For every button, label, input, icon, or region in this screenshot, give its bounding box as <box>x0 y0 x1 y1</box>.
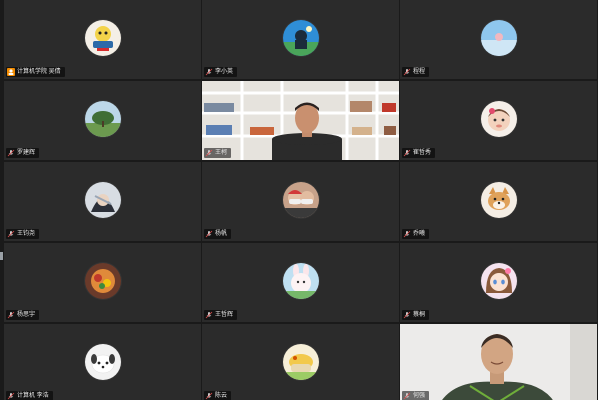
participant-tile[interactable]: 计算机 李浩 <box>4 324 201 400</box>
participant-tile[interactable]: 蔡桐 <box>400 243 597 322</box>
nameplate: 杨思宇 <box>6 310 40 320</box>
participant-name: 王钧尧 <box>17 231 36 237</box>
nameplate: 王哲辉 <box>204 310 238 320</box>
mic-muted-icon <box>403 149 411 157</box>
participant-name: 陈云 <box>215 393 228 399</box>
nameplate: 蔡桐 <box>402 310 430 320</box>
participant-name: 王哲辉 <box>215 312 234 318</box>
nameplate: 乔曦 <box>402 229 430 239</box>
participant-tile[interactable]: 陈云 <box>202 324 399 400</box>
video-feed <box>400 324 597 400</box>
participant-grid: 计算机学院 吴倩 李小英 程程 罗建辉 王柯 崔哲秀 王钧尧 杨帆 乔曦 杨思宇… <box>4 0 598 400</box>
nameplate: 李小英 <box>204 67 238 77</box>
avatar-sky-light-icon <box>480 20 517 56</box>
nameplate: 计算机 李浩 <box>6 391 53 400</box>
mic-muted-icon <box>7 311 15 319</box>
mic-muted-icon <box>403 311 411 319</box>
avatar-cartoon-bunny-icon <box>282 263 319 299</box>
participant-name: 程程 <box>413 69 426 75</box>
avatar-blue-scene-icon <box>282 20 319 56</box>
participant-name: 王柯 <box>215 150 228 156</box>
participant-tile-video[interactable]: 王柯 <box>202 81 399 160</box>
nameplate: 王柯 <box>204 148 232 158</box>
participant-name: 杨思宇 <box>17 312 36 318</box>
participant-name: 乔曦 <box>413 231 426 237</box>
avatar-anime-dark-icon <box>84 182 121 218</box>
avatar-anime-girl-icon <box>480 263 517 299</box>
nameplate: 崔哲秀 <box>402 148 436 158</box>
mic-muted-icon <box>205 392 213 400</box>
nameplate: 罗建辉 <box>6 148 40 158</box>
participant-name: 何强 <box>413 393 426 399</box>
participant-name: 罗建辉 <box>17 150 36 156</box>
avatar-cartoon-hand-icon <box>282 344 319 380</box>
participant-tile[interactable]: 崔哲秀 <box>400 81 597 160</box>
avatar-tree-landscape-icon <box>84 101 121 137</box>
participant-name: 计算机学院 吴倩 <box>17 69 61 75</box>
mic-muted-icon <box>205 230 213 238</box>
mic-muted-icon <box>403 230 411 238</box>
avatar-baby-face-icon <box>480 101 517 137</box>
participant-tile[interactable]: 王钧尧 <box>4 162 201 241</box>
avatar-shiba-dog-icon <box>480 182 517 218</box>
participant-tile[interactable]: 程程 <box>400 0 597 79</box>
nameplate: 何强 <box>402 391 430 400</box>
avatar-food-plate-icon <box>84 263 121 299</box>
avatar-white-puppy-icon <box>84 344 121 380</box>
participant-tile-video[interactable]: 何强 <box>400 324 597 400</box>
mic-muted-icon <box>7 149 15 157</box>
nameplate: 计算机学院 吴倩 <box>6 67 65 77</box>
participant-tile[interactable]: 杨帆 <box>202 162 399 241</box>
participant-tile[interactable]: 杨思宇 <box>4 243 201 322</box>
participant-tile[interactable]: 罗建辉 <box>4 81 201 160</box>
participant-name: 崔哲秀 <box>413 150 432 156</box>
participant-name: 计算机 李浩 <box>17 393 49 399</box>
mic-muted-icon <box>205 149 213 157</box>
nameplate: 杨帆 <box>204 229 232 239</box>
video-feed <box>202 81 399 160</box>
avatar-cartoon-yellow-icon <box>84 20 121 56</box>
participant-name: 李小英 <box>215 69 234 75</box>
nameplate: 陈云 <box>204 391 232 400</box>
participant-tile[interactable]: 乔曦 <box>400 162 597 241</box>
participant-tile[interactable]: 王哲辉 <box>202 243 399 322</box>
participant-tile[interactable]: 计算机学院 吴倩 <box>4 0 201 79</box>
mic-muted-icon <box>7 392 15 400</box>
mic-muted-icon <box>205 311 213 319</box>
participant-tile[interactable]: 李小英 <box>202 0 399 79</box>
edge-indicator <box>0 252 3 260</box>
participant-name: 杨帆 <box>215 231 228 237</box>
participant-name: 蔡桐 <box>413 312 426 318</box>
mic-muted-icon <box>205 68 213 76</box>
host-badge-icon <box>7 68 15 76</box>
avatar-masked-people-icon <box>282 182 319 218</box>
mic-muted-icon <box>403 392 411 400</box>
mic-muted-icon <box>7 230 15 238</box>
nameplate: 王钧尧 <box>6 229 40 239</box>
nameplate: 程程 <box>402 67 430 77</box>
mic-muted-icon <box>403 68 411 76</box>
